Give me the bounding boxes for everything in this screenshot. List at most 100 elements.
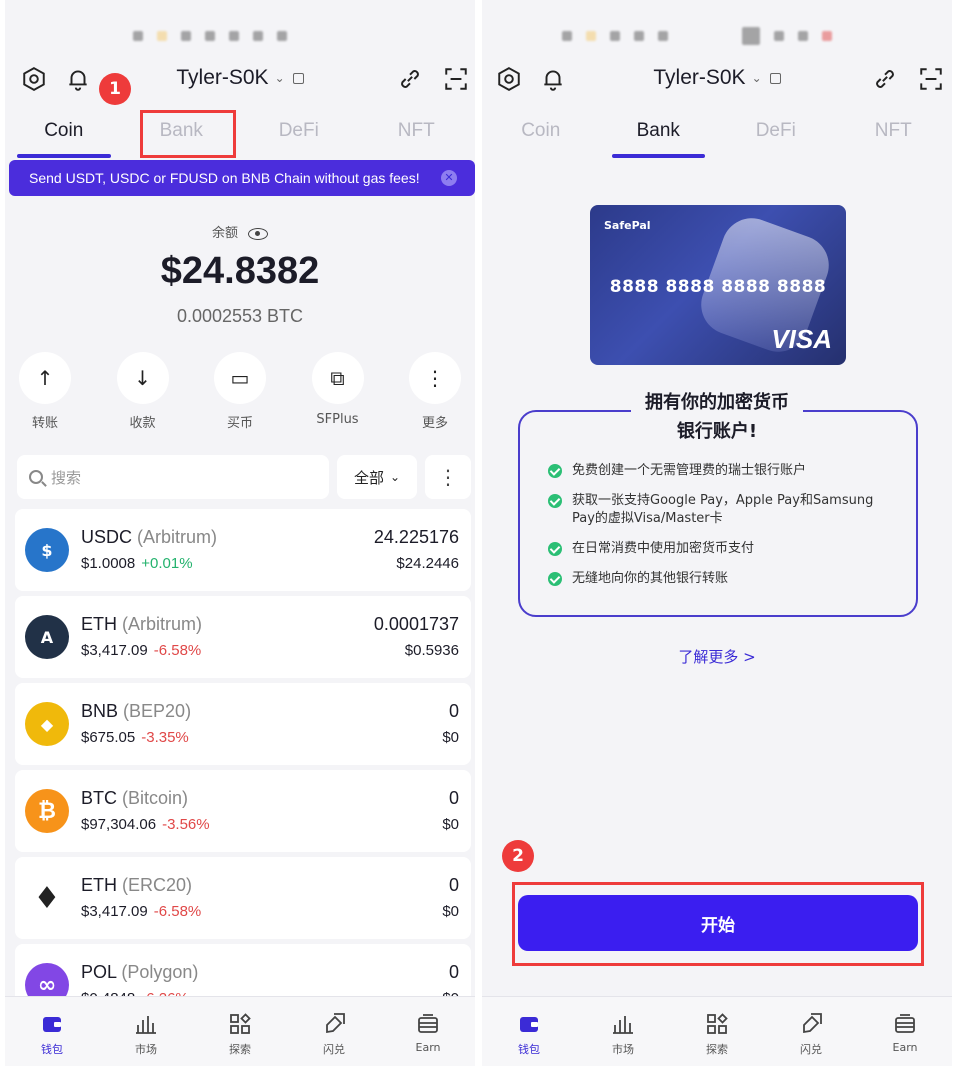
nav-label: 钱包	[518, 1043, 540, 1056]
nav-label: Earn	[892, 1041, 918, 1054]
tab-nft[interactable]: NFT	[358, 110, 476, 160]
nav-swap[interactable]: 闪兑	[764, 997, 858, 1066]
bottom-nav: 钱包 市场 探索 闪兑 Earn	[5, 996, 475, 1066]
nav-label: 市场	[135, 1043, 157, 1056]
feature-item: 在日常消费中使用加密货币支付	[548, 540, 888, 558]
header: Tyler-S0K ⌄	[482, 60, 952, 100]
nav-earn[interactable]: Earn	[858, 997, 952, 1066]
token-network: (ERC20)	[122, 875, 193, 895]
token-change: -3.35%	[141, 729, 189, 746]
filter-dropdown[interactable]: 全部 ⌄	[337, 455, 417, 499]
balance-label-text: 余额	[211, 226, 238, 241]
bnb-logo-icon: ◆	[25, 702, 69, 746]
token-network: (Polygon)	[121, 962, 199, 982]
token-network: (BEP20)	[123, 701, 192, 721]
action-more[interactable]: ⋮ 更多	[407, 352, 463, 432]
nav-swap[interactable]: 闪兑	[287, 997, 381, 1066]
tab-defi[interactable]: DeFi	[240, 110, 358, 160]
chevron-down-icon: ⌄	[389, 470, 401, 484]
feature-item: 免费创建一个无需管理费的瑞士银行账户	[548, 462, 888, 480]
token-amount: 24.225176	[373, 527, 459, 547]
token-row[interactable]: ♦ ETH (ERC20) $3,417.09 -6.58% 0 $0	[15, 857, 471, 939]
nav-explore[interactable]: 探索	[193, 997, 287, 1066]
token-row[interactable]: A ETH (Arbitrum) $3,417.09 -6.58% 0.00017…	[15, 596, 471, 678]
copy-icon[interactable]	[769, 72, 781, 84]
learn-more-link[interactable]: 了解更多 >	[482, 646, 952, 667]
more-dots-icon: ⋮	[409, 352, 461, 404]
action-buy[interactable]: ▭ 买币	[212, 352, 268, 432]
token-usd-value: $0.5936	[404, 642, 459, 659]
visa-card-image: SafePal 8888 8888 8888 8888 VISA	[590, 205, 846, 365]
promo-banner[interactable]: Send USDT, USDC or FDUSD on BNB Chain wi…	[9, 160, 475, 196]
nav-market[interactable]: 市场	[99, 997, 193, 1066]
market-chart-icon	[133, 1011, 159, 1037]
check-circle-icon	[548, 572, 562, 586]
token-change: -3.56%	[162, 816, 210, 833]
feature-text: 获取一张支持Google Pay，Apple Pay和Samsung Pay的虚…	[572, 493, 874, 526]
token-usd-value: $24.2446	[396, 555, 459, 572]
filter-label: 全部	[353, 468, 384, 487]
scan-icon[interactable]	[441, 64, 471, 94]
tab-defi[interactable]: DeFi	[717, 110, 835, 160]
token-name: USDC	[81, 527, 133, 547]
search-row: 搜索 全部 ⌄ ⋮	[17, 455, 471, 499]
tab-bank[interactable]: Bank	[600, 110, 718, 160]
token-price: $3,417.09	[81, 642, 148, 659]
token-usd-value: $0	[442, 903, 459, 920]
token-amount: 0	[448, 788, 459, 808]
feature-item: 无缝地向你的其他银行转账	[548, 570, 888, 588]
token-amount: 0.0001737	[373, 614, 459, 634]
nav-label: Earn	[415, 1041, 441, 1054]
nav-wallet[interactable]: 钱包	[482, 997, 576, 1066]
scan-icon[interactable]	[916, 64, 946, 94]
eth-logo-icon: ♦	[25, 876, 69, 920]
left-panel-coin: Tyler-S0K ⌄ Coin Bank DeFi NFT 1 Send USD…	[5, 0, 475, 1066]
token-name: ETH	[81, 614, 117, 634]
token-price: $3,417.09	[81, 903, 148, 920]
search-input[interactable]: 搜索	[17, 455, 329, 499]
check-circle-icon	[548, 542, 562, 556]
step-2-badge: 2	[502, 840, 534, 872]
token-price: $675.05	[81, 729, 136, 746]
swap-icon	[321, 1011, 347, 1037]
action-sfplus[interactable]: ⧉ SFPlus	[310, 352, 366, 432]
token-row[interactable]: ◆ BNB (BEP20) $675.05 -3.35% 0 $0	[15, 683, 471, 765]
close-icon[interactable]: ✕	[441, 170, 457, 186]
start-button[interactable]: 开始	[518, 895, 918, 951]
nav-wallet[interactable]: 钱包	[5, 997, 99, 1066]
action-receive[interactable]: ↓ 收款	[115, 352, 171, 432]
copy-icon[interactable]	[292, 72, 304, 84]
nav-market[interactable]: 市场	[576, 997, 670, 1066]
action-send[interactable]: ↑ 转账	[17, 352, 73, 432]
tab-coin[interactable]: Coin	[482, 110, 600, 160]
earn-icon	[892, 1011, 918, 1037]
usdc-logo-icon: $	[25, 528, 69, 572]
action-label: 更多	[421, 416, 448, 431]
chevron-down-icon: ⌄	[751, 71, 762, 86]
receive-arrow-down-icon: ↓	[116, 352, 169, 404]
token-amount: 0	[448, 962, 459, 982]
promo-banner-text: Send USDT, USDC or FDUSD on BNB Chain wi…	[29, 170, 420, 186]
token-row[interactable]: $ USDC (Arbitrum) $1.0008 +0.01% 24.22517…	[15, 509, 471, 591]
bottom-nav: 钱包 市场 探索 闪兑 Earn	[482, 996, 952, 1066]
token-name: POL	[81, 962, 117, 982]
tab-coin[interactable]: Coin	[5, 110, 123, 160]
card-brand: SafePal	[604, 219, 651, 232]
market-chart-icon	[610, 1011, 636, 1037]
link-icon[interactable]	[870, 64, 900, 94]
balance-label: 余额	[5, 222, 475, 241]
feature-text: 在日常消费中使用加密货币支付	[572, 541, 755, 556]
nav-label: 钱包	[41, 1043, 63, 1056]
tab-bar: Coin Bank DeFi NFT	[5, 110, 475, 160]
eye-icon[interactable]	[248, 227, 268, 240]
nav-label: 闪兑	[323, 1043, 345, 1056]
token-change: +0.01%	[141, 555, 193, 572]
more-options-icon[interactable]: ⋮	[425, 455, 471, 499]
link-icon[interactable]	[395, 64, 425, 94]
nav-explore[interactable]: 探索	[670, 997, 764, 1066]
token-usd-value: $0	[442, 729, 459, 746]
token-row[interactable]: ₿ BTC (Bitcoin) $97,304.06 -3.56% 0 $0	[15, 770, 471, 852]
tab-nft[interactable]: NFT	[835, 110, 953, 160]
nav-earn[interactable]: Earn	[381, 997, 475, 1066]
explore-grid-icon	[704, 1011, 730, 1037]
